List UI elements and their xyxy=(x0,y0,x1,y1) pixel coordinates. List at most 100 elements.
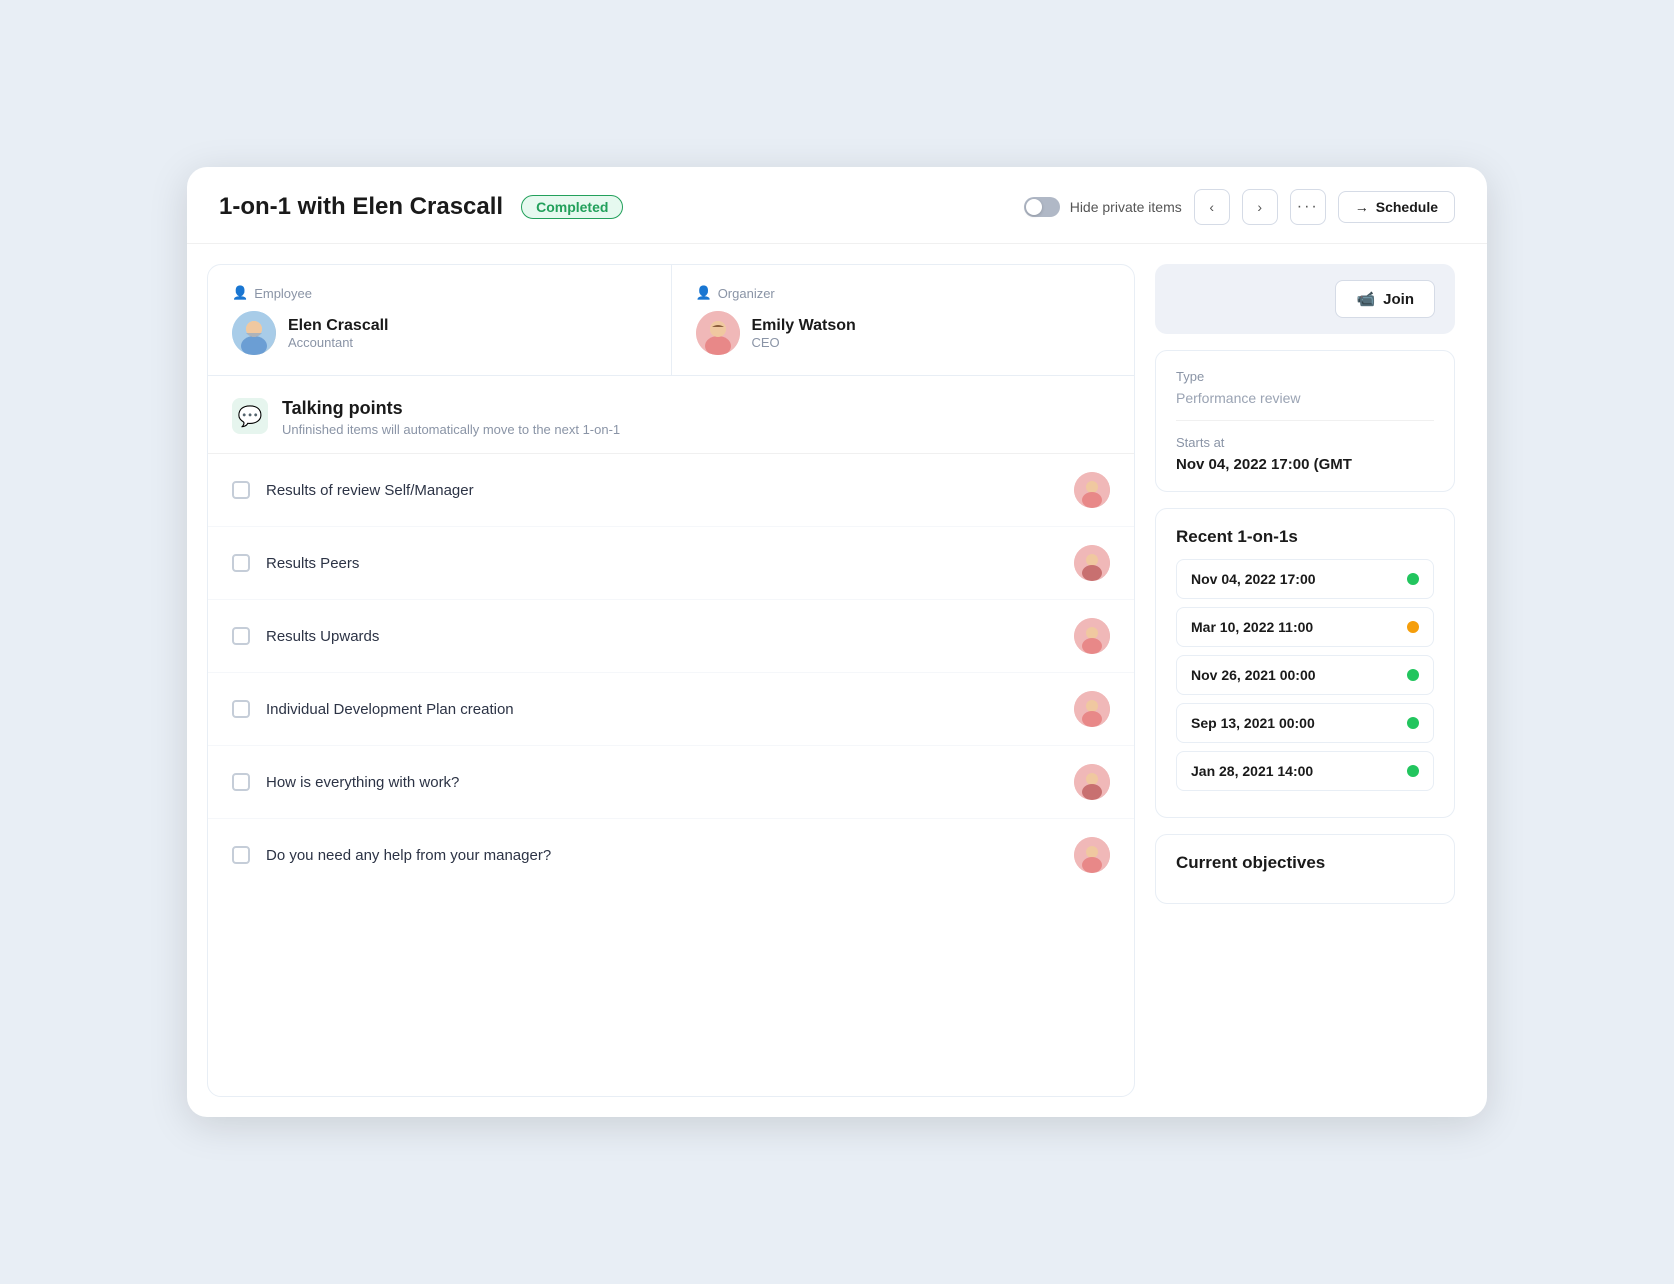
recent-title: Recent 1-on-1s xyxy=(1176,527,1434,547)
organizer-avatar xyxy=(696,311,740,355)
recent-date-4: Sep 13, 2021 00:00 xyxy=(1191,715,1315,731)
recent-date-3: Nov 26, 2021 00:00 xyxy=(1191,667,1316,683)
starts-value: Nov 04, 2022 17:00 (GMT xyxy=(1176,456,1434,473)
type-label: Type xyxy=(1176,369,1434,384)
employee-role-text: Employee xyxy=(254,286,312,301)
agenda-item: Do you need any help from your manager? xyxy=(208,819,1134,891)
agenda-checkbox-5[interactable] xyxy=(232,773,250,791)
arrow-icon: → xyxy=(1355,199,1369,215)
organizer-name: Emily Watson xyxy=(752,317,856,335)
header: 1-on-1 with Elen Crascall Completed Hide… xyxy=(187,167,1487,244)
toggle-knob xyxy=(1026,199,1042,215)
agenda-avatar-4 xyxy=(1074,691,1110,727)
recent-status-5 xyxy=(1407,765,1419,777)
agenda-text-4: Individual Development Plan creation xyxy=(266,701,1058,718)
agenda-avatar-6 xyxy=(1074,837,1110,873)
employee-avatar-img xyxy=(232,311,276,355)
agenda-avatar-1 xyxy=(1074,472,1110,508)
agenda-text-5: How is everything with work? xyxy=(266,774,1058,791)
schedule-label: Schedule xyxy=(1376,199,1438,215)
talking-points-title: Talking points xyxy=(282,398,620,419)
join-button[interactable]: 📹 Join xyxy=(1335,280,1435,318)
right-panel: 📹 Join Type Performance review Starts at… xyxy=(1155,264,1455,1097)
agenda-item: Results of review Self/Manager xyxy=(208,454,1134,527)
recent-item-5[interactable]: Jan 28, 2021 14:00 xyxy=(1176,751,1434,791)
recent-card: Recent 1-on-1s Nov 04, 2022 17:00 Mar 10… xyxy=(1155,508,1455,818)
agenda-list: Results of review Self/Manager Results P… xyxy=(208,454,1134,1096)
more-button[interactable]: ··· xyxy=(1290,189,1326,225)
agenda-item: How is everything with work? xyxy=(208,746,1134,819)
recent-status-1 xyxy=(1407,573,1419,585)
employee-title: Accountant xyxy=(288,335,389,350)
info-card: Type Performance review Starts at Nov 04… xyxy=(1155,350,1455,492)
recent-item-1[interactable]: Nov 04, 2022 17:00 xyxy=(1176,559,1434,599)
join-label: Join xyxy=(1383,291,1414,308)
recent-status-4 xyxy=(1407,717,1419,729)
employee-role-label: 👤 Employee xyxy=(232,285,647,301)
hide-private-label: Hide private items xyxy=(1070,199,1182,215)
employee-details: Elen Crascall Accountant xyxy=(288,317,389,350)
recent-date-1: Nov 04, 2022 17:00 xyxy=(1191,571,1316,587)
recent-status-2 xyxy=(1407,621,1419,633)
agenda-avatar-5 xyxy=(1074,764,1110,800)
private-items-toggle[interactable] xyxy=(1024,197,1060,217)
chevron-left-icon: ‹ xyxy=(1209,199,1214,215)
agenda-item: Results Peers xyxy=(208,527,1134,600)
recent-status-3 xyxy=(1407,669,1419,681)
dots-icon: ··· xyxy=(1297,198,1319,216)
recent-date-2: Mar 10, 2022 11:00 xyxy=(1191,619,1313,635)
status-badge: Completed xyxy=(521,195,623,219)
join-card: 📹 Join xyxy=(1155,264,1455,334)
organizer-card: 👤 Organizer xyxy=(672,265,1135,375)
header-controls: Hide private items ‹ › ··· → Schedule xyxy=(1024,189,1455,225)
employee-person-icon: 👤 xyxy=(232,285,248,301)
page-title: 1-on-1 with Elen Crascall xyxy=(219,193,503,221)
organizer-avatar-img xyxy=(696,311,740,355)
employee-avatar xyxy=(232,311,276,355)
main-content: 👤 Employee xyxy=(187,244,1487,1117)
organizer-details: Emily Watson CEO xyxy=(752,317,856,350)
chat-icon-box: 💬 xyxy=(232,398,268,434)
talking-points-header: 💬 Talking points Unfinished items will a… xyxy=(208,376,1134,454)
schedule-button[interactable]: → Schedule xyxy=(1338,191,1455,223)
app-container: 1-on-1 with Elen Crascall Completed Hide… xyxy=(187,167,1487,1117)
employee-info: Elen Crascall Accountant xyxy=(232,311,647,355)
nav-prev-button[interactable]: ‹ xyxy=(1194,189,1230,225)
agenda-text-6: Do you need any help from your manager? xyxy=(266,847,1058,864)
agenda-avatar-2 xyxy=(1074,545,1110,581)
agenda-checkbox-6[interactable] xyxy=(232,846,250,864)
current-objectives-title: Current objectives xyxy=(1176,853,1434,873)
agenda-checkbox-3[interactable] xyxy=(232,627,250,645)
starts-label: Starts at xyxy=(1176,435,1434,450)
chat-icon: 💬 xyxy=(238,404,263,429)
organizer-person-icon: 👤 xyxy=(696,285,712,301)
organizer-title: CEO xyxy=(752,335,856,350)
people-section: 👤 Employee xyxy=(208,265,1134,376)
divider-1 xyxy=(1176,420,1434,421)
agenda-text-1: Results of review Self/Manager xyxy=(266,482,1058,499)
agenda-checkbox-1[interactable] xyxy=(232,481,250,499)
agenda-checkbox-2[interactable] xyxy=(232,554,250,572)
talking-points-subtitle: Unfinished items will automatically move… xyxy=(282,422,620,437)
type-value: Performance review xyxy=(1176,390,1434,406)
organizer-role-label: 👤 Organizer xyxy=(696,285,1111,301)
talking-points-info: Talking points Unfinished items will aut… xyxy=(282,398,620,437)
agenda-text-3: Results Upwards xyxy=(266,628,1058,645)
video-icon: 📹 xyxy=(1356,290,1375,308)
toggle-container: Hide private items xyxy=(1024,197,1182,217)
current-objectives-card: Current objectives xyxy=(1155,834,1455,904)
recent-item-3[interactable]: Nov 26, 2021 00:00 xyxy=(1176,655,1434,695)
employee-name: Elen Crascall xyxy=(288,317,389,335)
organizer-role-text: Organizer xyxy=(718,286,775,301)
left-panel: 👤 Employee xyxy=(207,264,1135,1097)
recent-item-2[interactable]: Mar 10, 2022 11:00 xyxy=(1176,607,1434,647)
agenda-text-2: Results Peers xyxy=(266,555,1058,572)
recent-item-4[interactable]: Sep 13, 2021 00:00 xyxy=(1176,703,1434,743)
chevron-right-icon: › xyxy=(1257,199,1262,215)
agenda-item: Results Upwards xyxy=(208,600,1134,673)
agenda-item: Individual Development Plan creation xyxy=(208,673,1134,746)
nav-next-button[interactable]: › xyxy=(1242,189,1278,225)
recent-date-5: Jan 28, 2021 14:00 xyxy=(1191,763,1313,779)
organizer-info: Emily Watson CEO xyxy=(696,311,1111,355)
agenda-checkbox-4[interactable] xyxy=(232,700,250,718)
